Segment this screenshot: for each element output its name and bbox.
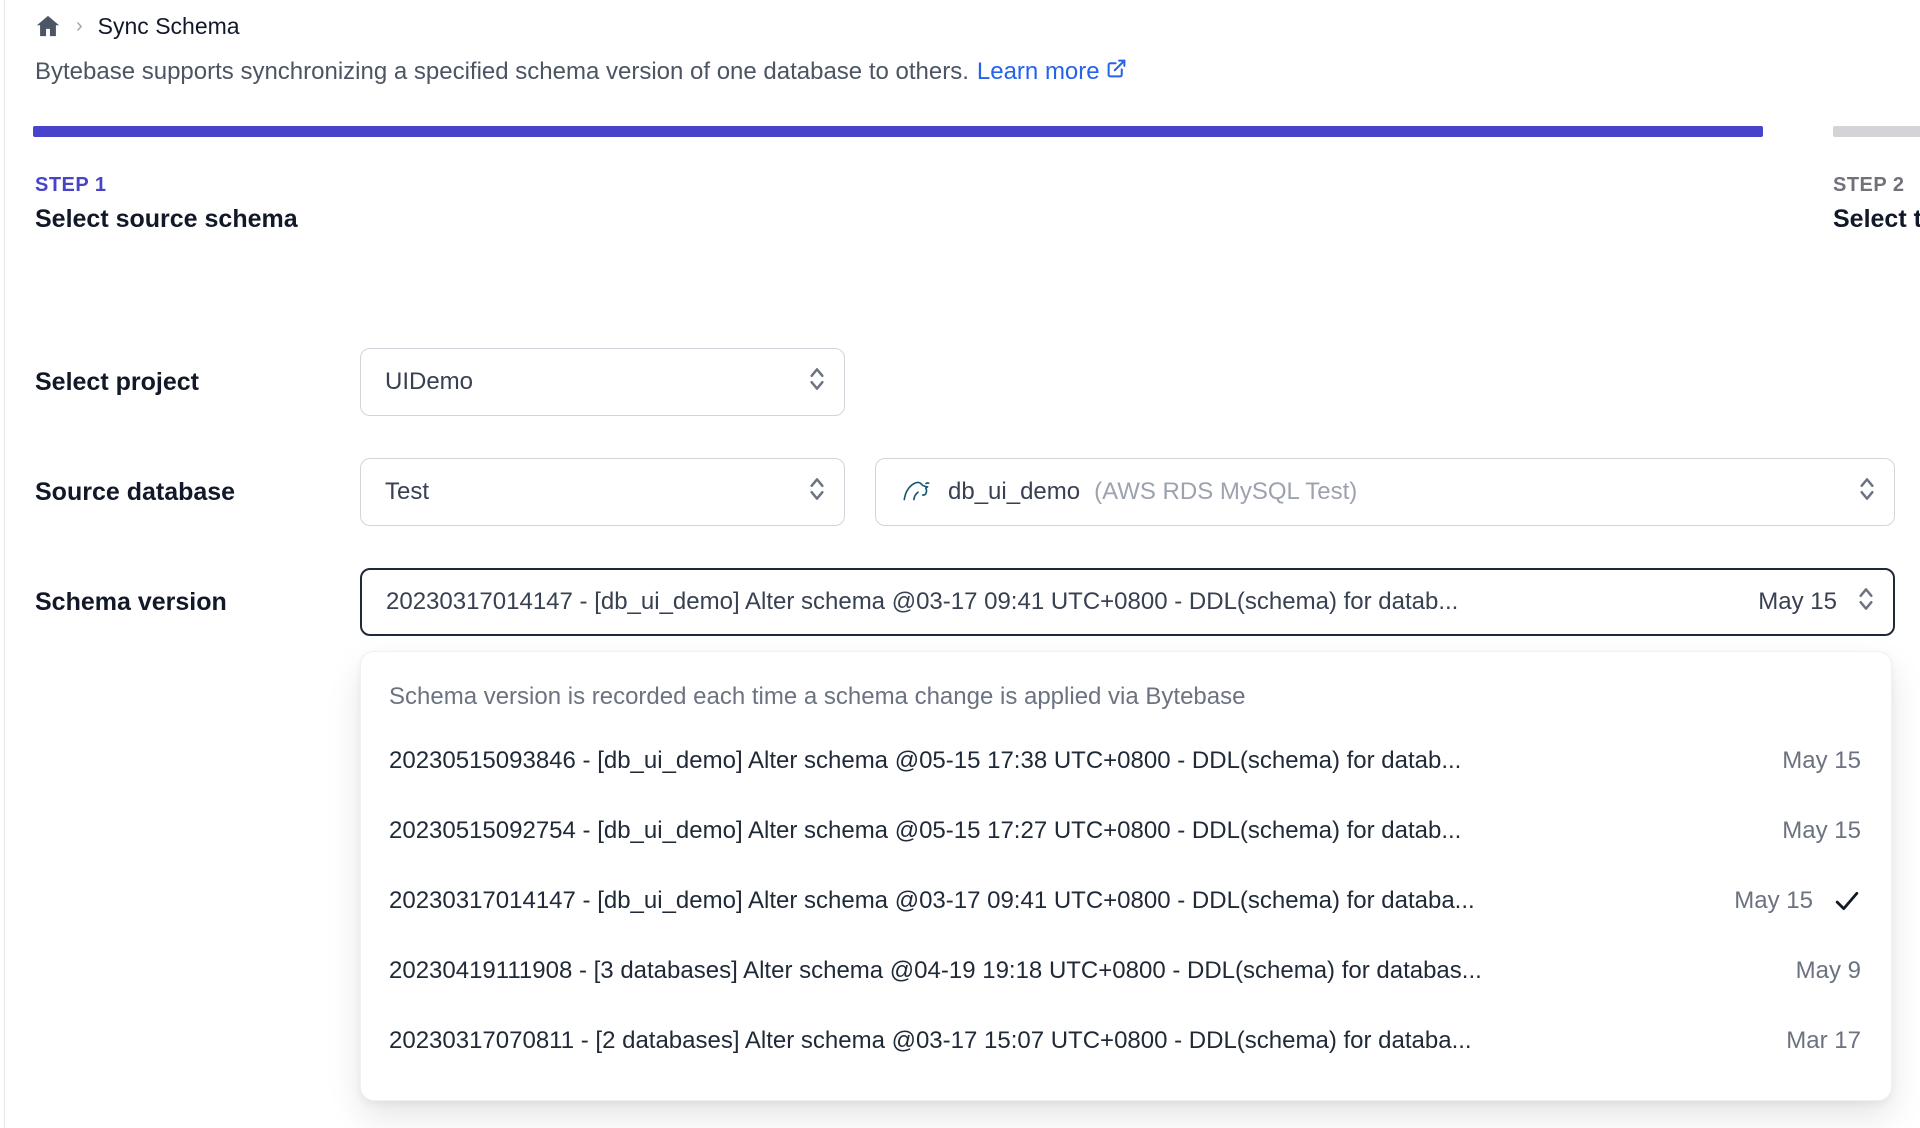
schema-version-date: May 15 [1758, 588, 1837, 615]
schema-version-row: Schema version 20230317014147 - [db_ui_d… [35, 568, 1920, 636]
option-date: May 15 [1782, 817, 1861, 844]
home-icon[interactable] [35, 13, 61, 39]
option-date: May 15 [1782, 747, 1861, 774]
environment-select[interactable]: Test [360, 458, 845, 526]
step-2-title: Select t [1833, 205, 1920, 233]
steps-header: STEP 1 Select source schema STEP 2 Selec… [35, 174, 1920, 244]
schema-version-option[interactable]: 20230515093846 - [db_ui_demo] Alter sche… [361, 726, 1891, 796]
step-2: STEP 2 Select t [1833, 174, 1920, 234]
option-date: May 15 [1734, 887, 1813, 914]
dropdown-note: Schema version is recorded each time a s… [389, 683, 1246, 710]
schema-version-option[interactable]: 20230317070811 - [2 databases] Alter sch… [361, 1006, 1891, 1076]
select-project-label: Select project [35, 367, 199, 396]
schema-version-label: Schema version [35, 587, 227, 616]
panel-edge-divider [4, 0, 5, 1128]
description-text: Bytebase supports synchronizing a specif… [35, 58, 969, 85]
page-title: Sync Schema [97, 12, 240, 39]
schema-version-option[interactable]: 20230419111908 - [3 databases] Alter sch… [361, 936, 1891, 1006]
source-database-label: Source database [35, 477, 236, 506]
environment-select-value: Test [385, 478, 430, 505]
schema-version-option[interactable]: 20230515092754 - [db_ui_demo] Alter sche… [361, 796, 1891, 866]
step-2-label: STEP 2 [1833, 174, 1905, 196]
learn-more-link[interactable]: Learn more [977, 58, 1127, 86]
option-text: 20230317014147 - [db_ui_demo] Alter sche… [389, 887, 1475, 914]
step1-progress-bar [33, 126, 1763, 137]
option-text: 20230515092754 - [db_ui_demo] Alter sche… [389, 817, 1462, 844]
step-1: STEP 1 Select source schema [35, 174, 1920, 234]
option-text: 20230419111908 - [3 databases] Alter sch… [389, 957, 1482, 984]
step2-progress-bar [1833, 126, 1920, 137]
schema-version-dropdown: Schema version is recorded each time a s… [360, 651, 1892, 1101]
option-text: 20230515093846 - [db_ui_demo] Alter sche… [389, 747, 1462, 774]
breadcrumb: › Sync Schema [35, 0, 1920, 39]
database-detail: (AWS RDS MySQL Test) [1094, 478, 1358, 505]
database-select[interactable]: db_ui_demo (AWS RDS MySQL Test) [875, 458, 1895, 526]
option-date: May 9 [1795, 957, 1861, 984]
schema-version-option-selected[interactable]: 20230317014147 - [db_ui_demo] Alter sche… [361, 866, 1891, 936]
page-description: Bytebase supports synchronizing a specif… [35, 58, 1920, 86]
step-progress-track [33, 126, 1920, 137]
check-icon [1813, 889, 1861, 913]
step-1-label: STEP 1 [35, 174, 107, 196]
project-select-value: UIDemo [385, 368, 474, 395]
schema-version-value: 20230317014147 - [db_ui_demo] Alter sche… [386, 588, 1459, 615]
source-database-row: Source database Test db_ui_demo (AWS RDS… [35, 458, 1920, 526]
chevron-up-down-icon [1855, 584, 1877, 621]
database-name: db_ui_demo [948, 478, 1081, 505]
mysql-icon [900, 474, 934, 511]
select-project-row: Select project UIDemo [35, 348, 1920, 416]
step-1-title: Select source schema [35, 205, 298, 233]
learn-more-label: Learn more [976, 58, 1100, 85]
external-link-icon [1106, 58, 1127, 86]
chevron-up-down-icon [806, 364, 828, 401]
breadcrumb-chevron-icon: › [76, 15, 83, 37]
chevron-up-down-icon [806, 474, 828, 511]
chevron-up-down-icon [1856, 474, 1878, 511]
sync-schema-page: › Sync Schema Bytebase supports synchron… [0, 0, 1920, 1101]
project-select[interactable]: UIDemo [360, 348, 845, 416]
source-schema-form: Select project UIDemo Source database Te… [35, 348, 1920, 1101]
schema-version-select[interactable]: 20230317014147 - [db_ui_demo] Alter sche… [360, 568, 1895, 636]
option-date: Mar 17 [1786, 1027, 1861, 1054]
option-text: 20230317070811 - [2 databases] Alter sch… [389, 1027, 1472, 1054]
